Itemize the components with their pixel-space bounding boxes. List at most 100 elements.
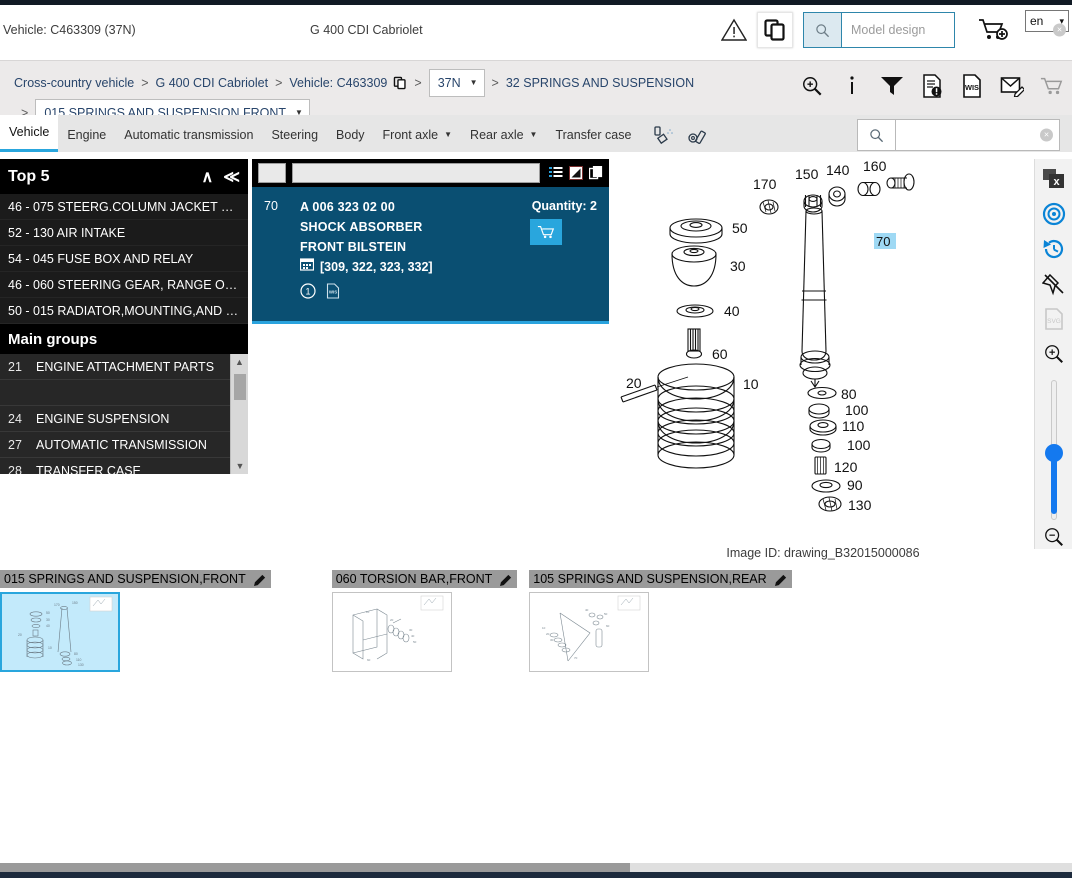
history-revert-icon[interactable] [1041,237,1067,262]
edit-icon[interactable] [774,573,788,586]
top5-item[interactable]: 46 - 075 STEERG.COLUMN JACKET TU... [0,194,248,220]
scrollbar-thumb[interactable] [0,863,630,872]
document-alert-icon[interactable] [920,73,944,99]
unpin-icon[interactable] [1041,272,1067,297]
scroll-up-icon[interactable]: ▲ [231,354,248,370]
thumbnail-image[interactable]: 10 20 30 40 50 60 70 [529,592,650,672]
tab-transfer-case[interactable]: Transfer case [546,118,640,152]
tab-label: Steering [271,128,319,142]
wis-document-icon[interactable]: WIS [326,283,340,304]
svg-text:x: x [1053,176,1060,188]
breadcrumb-item-0[interactable]: Cross-country vehicle [14,72,134,94]
exploded-view-drawing[interactable]: 170 150 140 160 50 30 40 60 20 10 80 100… [612,159,1034,541]
breadcrumb-item-1[interactable]: G 400 CDI Cabriolet [156,72,269,94]
breadcrumb-item-2[interactable]: Vehicle: C463309 [289,72,387,94]
model-design-input[interactable]: Model design [842,23,954,37]
scroll-down-icon[interactable]: ▼ [231,458,248,474]
copy-documents-icon[interactable] [757,12,793,48]
zoom-slider[interactable] [1044,380,1063,521]
note-number-1-icon[interactable]: 1 [300,283,316,304]
thumbnail-caption[interactable]: 015 SPRINGS AND SUSPENSION,FRONT [0,570,271,588]
breadcrumb-separator: > [491,76,499,90]
part-search-input[interactable]: × [896,120,1059,150]
add-to-cart-icon[interactable] [530,219,562,245]
svg-text:60: 60 [367,658,371,662]
part-search-field[interactable]: × [857,119,1060,151]
svg-text:50: 50 [46,611,50,615]
scrollbar-thumb[interactable] [234,374,246,400]
zoom-in-icon[interactable] [1041,341,1067,366]
info-icon[interactable] [840,73,864,99]
close-image-icon[interactable]: x [1041,167,1067,192]
zoom-out-icon[interactable] [1041,524,1067,549]
tab-body[interactable]: Body [327,118,374,152]
tab-rear-axle[interactable]: Rear axle ▼ [461,118,546,152]
main-group-row[interactable]: 28 TRANSFER CASE [0,458,230,474]
paint-color-icon[interactable] [652,125,676,147]
mail-edit-icon[interactable] [1000,73,1024,99]
main-group-label: AUTOMATIC TRANSMISSION [36,438,207,452]
callout-40: 40 [724,303,740,319]
edit-icon[interactable] [253,573,267,586]
wis-document-icon[interactable]: WIS [960,73,984,99]
chevron-up-icon[interactable]: ∧ [202,167,214,187]
warning-triangle-icon[interactable] [717,13,751,47]
part-list-filter-input[interactable] [292,163,540,183]
list-view-icon[interactable] [548,166,563,181]
clear-icon[interactable]: × [1053,23,1066,37]
thumbnail-caption[interactable]: 060 TORSION BAR,FRONT [331,570,518,588]
target-locate-icon[interactable] [1041,202,1067,227]
drawing-svg[interactable]: 170 150 140 160 50 30 40 60 20 10 80 100… [612,159,1034,541]
zoom-in-icon[interactable] [800,73,824,99]
thumbnail-caption[interactable]: 105 SPRINGS AND SUSPENSION,REAR [529,570,792,588]
svg-export-icon[interactable]: SVG [1041,307,1067,332]
part-list-select-box[interactable] [258,163,286,183]
copy-icon[interactable] [393,76,407,90]
zoom-slider-knob[interactable] [1044,444,1063,463]
svg-text:40: 40 [585,608,589,612]
breadcrumb-item-4[interactable]: 32 SPRINGS AND SUSPENSION [506,72,694,94]
svg-text:40: 40 [46,624,50,628]
tab-engine[interactable]: Engine [58,118,115,152]
main-groups-scrollbar[interactable]: ▲ ▼ [230,354,248,474]
top5-item[interactable]: 54 - 045 FUSE BOX AND RELAY [0,246,248,272]
app-header: Vehicle: C463309 (37N) G 400 CDI Cabriol… [0,5,1072,55]
part-dates-row: [309, 322, 323, 332] [299,257,597,277]
double-chevron-left-icon[interactable]: ≪ [223,167,240,187]
svg-text:110: 110 [76,658,82,662]
main-group-row[interactable]: 21 ENGINE ATTACHMENT PARTS [0,354,230,380]
calendar-icon [299,257,315,277]
tab-front-axle[interactable]: Front axle ▼ [374,118,462,152]
cart-add-icon[interactable] [973,12,1013,48]
thumbnail-item: 015 SPRINGS AND SUSPENSION,FRONT 50 30 4… [0,570,271,672]
copy-icon[interactable] [588,166,603,181]
cart-icon[interactable] [1040,73,1064,99]
tab-automatic-transmission[interactable]: Automatic transmission [115,118,262,152]
search-icon [858,120,896,150]
svg-text:130: 130 [78,663,84,667]
top5-item[interactable]: 46 - 060 STEERING GEAR, RANGE OF ... [0,272,248,298]
main-groups-list: 21 ENGINE ATTACHMENT PARTS 24 ENGINE SUS… [0,354,248,474]
edit-icon[interactable] [500,573,513,586]
main-group-row[interactable]: 27 AUTOMATIC TRANSMISSION [0,432,230,458]
model-design-search[interactable]: Model design × [803,12,1066,48]
main-group-row[interactable] [0,380,230,406]
filter-icon[interactable] [880,73,904,99]
drawing-thumbnail-strip: 015 SPRINGS AND SUSPENSION,FRONT 50 30 4… [0,570,797,672]
top5-item[interactable]: 50 - 015 RADIATOR,MOUNTING,AND C... [0,298,248,324]
bolt-parts-icon[interactable] [688,125,712,147]
expand-view-icon[interactable] [568,166,583,181]
thumbnail-image[interactable]: 50 30 40 20 10 170 150 80 110 130 [0,592,120,672]
svg-text:30: 30 [46,618,50,622]
top5-item[interactable]: 52 - 130 AIR INTAKE [0,220,248,246]
main-group-row[interactable]: 24 ENGINE SUSPENSION [0,406,230,432]
breadcrumb-dropdown-model[interactable]: 37N ▼ [428,69,485,97]
tab-steering[interactable]: Steering [262,118,327,152]
horizontal-scrollbar[interactable] [0,863,1072,872]
clear-icon[interactable]: × [1040,128,1053,142]
part-detail-card[interactable]: 70 A 006 323 02 00 SHOCK ABSORBER FRONT … [252,187,609,324]
thumbnail-image[interactable]: 10 20 30 40 50 60 [331,592,452,672]
svg-text:WIS: WIS [329,290,337,295]
zoom-slider-fill [1050,456,1057,515]
tab-vehicle[interactable]: Vehicle [0,115,59,152]
